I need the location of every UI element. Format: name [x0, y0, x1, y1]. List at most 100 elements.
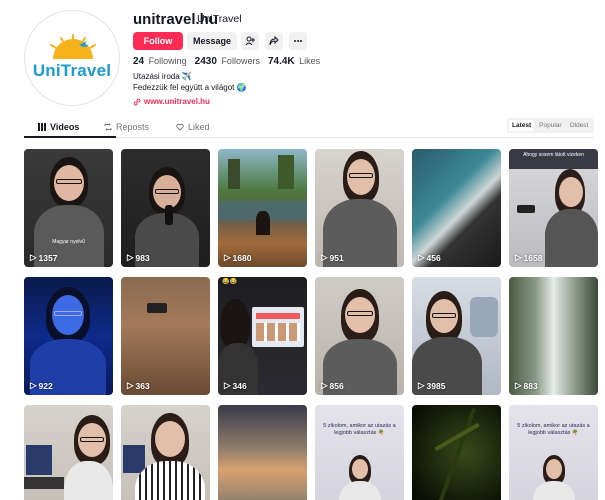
sort-latest[interactable]: Latest: [509, 120, 535, 131]
view-count-value: 922: [38, 380, 53, 391]
profile-link-text: www.unitravel.hu: [144, 97, 210, 106]
view-count-value: 1357: [38, 252, 58, 263]
profile-link[interactable]: www.unitravel.hu: [133, 97, 210, 106]
add-friend-button[interactable]: [241, 32, 259, 50]
video-card[interactable]: ▷ 1680: [218, 149, 307, 267]
view-count-value: 983: [135, 252, 150, 263]
video-card[interactable]: [24, 405, 113, 500]
bio-line-2: Fedezzük fel együtt a világot 🌍: [133, 83, 247, 92]
tab-liked-label: Liked: [188, 122, 210, 132]
liked-icon: [176, 123, 184, 131]
message-button[interactable]: Message: [187, 32, 237, 50]
view-count: ▷ 1357: [30, 252, 57, 263]
likes-count: 74.4K: [267, 56, 295, 67]
view-count-value: 456: [426, 252, 441, 263]
video-card[interactable]: 😂😂 ▷ 346: [218, 277, 307, 395]
video-card[interactable]: Ahogy sosem látott vizeken ▷ 1658: [509, 149, 598, 267]
video-overlay-text: 5 zikolom, amikor az utazás a legjobb vá…: [517, 423, 590, 437]
view-count: ▷ 346: [224, 380, 247, 391]
view-count: ▷ 3985: [418, 380, 445, 391]
view-count: ▷ 951: [321, 252, 344, 263]
bio-line-1: Utazási iroda ✈️: [133, 72, 192, 81]
followers-label: Followers: [221, 56, 260, 66]
share-icon: [269, 36, 279, 46]
link-icon: [133, 98, 141, 105]
likes-stat: 74.4K Likes: [268, 56, 320, 67]
more-icon: [294, 40, 302, 42]
nickname: UniTravel: [197, 13, 242, 25]
play-icon: ▷: [224, 380, 231, 390]
play-icon: ▷: [418, 252, 425, 262]
video-card[interactable]: ▷ 363: [121, 277, 210, 395]
view-count-value: 951: [329, 252, 344, 263]
tab-reposts-label: Reposts: [116, 122, 150, 132]
video-card[interactable]: ▷ 883: [509, 277, 598, 395]
play-icon: ▷: [515, 380, 522, 390]
followers-stat[interactable]: 2430 Followers: [195, 56, 260, 67]
video-card[interactable]: [412, 405, 501, 500]
play-icon: ▷: [127, 380, 134, 390]
video-card[interactable]: 5 zikolom, amikor az utazás a legjobb vá…: [509, 405, 598, 500]
grid-icon: [38, 123, 46, 131]
video-card[interactable]: ▷ 983: [121, 149, 210, 267]
following-label: Following: [148, 56, 187, 66]
view-count: ▷ 883: [515, 380, 538, 391]
view-count-value: 883: [523, 380, 538, 391]
tab-reposts[interactable]: Reposts: [104, 120, 149, 134]
avatar-logo-text: UniTravel: [32, 61, 112, 80]
following-count: 24: [133, 56, 145, 67]
sort-popular[interactable]: Popular: [536, 120, 564, 131]
followers-count: 2430: [194, 56, 217, 67]
view-count: ▷ 1680: [224, 252, 251, 263]
view-count: ▷ 1658: [515, 252, 542, 263]
follow-button[interactable]: Follow: [133, 32, 183, 50]
play-icon: ▷: [30, 252, 37, 262]
view-count-value: 1680: [232, 252, 252, 263]
video-card[interactable]: ▷ 856: [315, 277, 404, 395]
video-overlay-text: 5 zikolom, amikor az utazás a legjobb vá…: [323, 423, 396, 437]
tab-videos[interactable]: Videos: [38, 120, 79, 134]
video-card[interactable]: Magyar nyelvű ▷ 1357: [24, 149, 113, 267]
view-count: ▷ 363: [127, 380, 150, 391]
video-caption: Magyar nyelvű: [52, 239, 85, 245]
tab-liked[interactable]: Liked: [176, 120, 210, 134]
add-user-icon: [245, 36, 255, 46]
view-count-value: 1658: [523, 252, 543, 263]
video-card[interactable]: ▷ 3985: [412, 277, 501, 395]
more-options-button[interactable]: [289, 32, 307, 50]
play-icon: ▷: [224, 252, 231, 262]
sun-logo-icon: [50, 34, 96, 59]
following-stat[interactable]: 24 Following: [133, 56, 187, 67]
profile-stats: 24 Following 2430 Followers 74.4K Likes: [133, 56, 320, 67]
share-button[interactable]: [265, 32, 283, 50]
view-count: ▷ 456: [418, 252, 441, 263]
video-card[interactable]: ▷ 456: [412, 149, 501, 267]
video-card[interactable]: [218, 405, 307, 500]
tab-videos-label: Videos: [50, 122, 80, 132]
play-icon: ▷: [515, 252, 522, 262]
active-tab-indicator: [24, 136, 116, 138]
video-card[interactable]: ▷ 922: [24, 277, 113, 395]
video-card[interactable]: 5 zikolom, amikor az utazás a legjobb vá…: [315, 405, 404, 500]
play-icon: ▷: [127, 252, 134, 262]
repost-icon: [104, 123, 112, 131]
play-icon: ▷: [321, 380, 328, 390]
view-count: ▷ 856: [321, 380, 344, 391]
video-card[interactable]: [121, 405, 210, 500]
video-overlay-text: Ahogy sosem látott vizeken: [523, 152, 584, 158]
profile-avatar[interactable]: UniTravel: [24, 10, 120, 106]
view-count: ▷ 983: [127, 252, 150, 263]
view-count-value: 3985: [426, 380, 446, 391]
video-overlay-text: 😂😂: [222, 279, 237, 285]
play-icon: ▷: [418, 380, 425, 390]
view-count-value: 346: [232, 380, 247, 391]
video-card[interactable]: ▷ 951: [315, 149, 404, 267]
likes-label: Likes: [299, 56, 321, 66]
view-count-value: 363: [135, 380, 150, 391]
view-count-value: 856: [329, 380, 344, 391]
sort-oldest[interactable]: Oldest: [567, 120, 592, 131]
play-icon: ▷: [30, 380, 37, 390]
sort-toggle: Latest Popular Oldest: [507, 118, 594, 133]
view-count: ▷ 922: [30, 380, 53, 391]
play-icon: ▷: [321, 252, 328, 262]
